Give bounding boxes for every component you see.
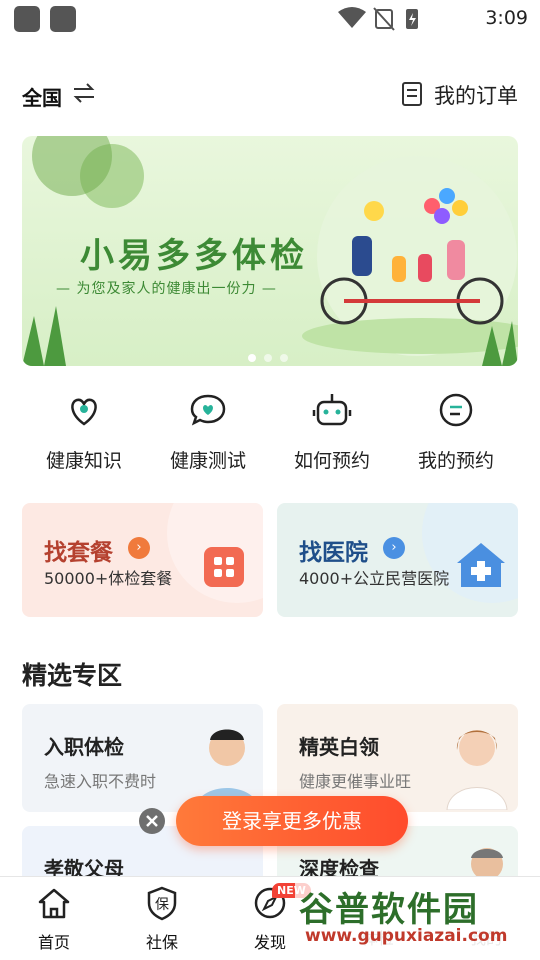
tab-home[interactable]: 首页 bbox=[14, 885, 94, 953]
home-icon bbox=[38, 888, 70, 919]
banner-title: 小易多多体检 bbox=[80, 236, 308, 276]
find-hospital-card[interactable]: 找医院 › 4000+公立民营医院 bbox=[277, 503, 518, 617]
carousel-indicator bbox=[248, 347, 296, 366]
watermark-url: www.gupuxiazai.com bbox=[305, 926, 508, 946]
carousel-dot bbox=[264, 354, 272, 362]
selection-title: 精英白领 bbox=[299, 735, 379, 759]
quick-health-knowledge[interactable]: 健康知识 bbox=[24, 390, 144, 473]
selection-title: 入职体检 bbox=[44, 735, 124, 759]
status-icons bbox=[338, 7, 418, 31]
hospital-icon bbox=[457, 543, 505, 587]
card-desc: 4000+公立民营医院 bbox=[299, 569, 450, 588]
watermark: 谷普软件园 www.gupuxiazai.com bbox=[295, 880, 540, 960]
section-title: 精选专区 bbox=[22, 661, 123, 690]
my-orders-link[interactable]: 我的订单 bbox=[434, 80, 518, 110]
arrow-right-icon: › bbox=[128, 537, 150, 559]
card-title: 找医院 bbox=[299, 540, 368, 566]
robot-icon bbox=[312, 394, 352, 426]
quick-health-test[interactable]: 健康测试 bbox=[148, 390, 268, 473]
carousel-dot bbox=[280, 354, 288, 362]
notification-icon bbox=[14, 6, 40, 32]
card-desc: 50000+体检套餐 bbox=[44, 569, 173, 588]
tab-label: 首页 bbox=[37, 933, 70, 952]
close-icon bbox=[146, 815, 158, 827]
tab-social-security[interactable]: 保 社保 bbox=[122, 885, 202, 953]
quick-label: 健康知识 bbox=[45, 450, 122, 472]
selection-desc: 健康更催事业旺 bbox=[299, 772, 412, 791]
promo-banner[interactable]: 小易多多体检 — 为您及家人的健康出一份力 — bbox=[22, 136, 518, 366]
quick-label: 我的预约 bbox=[417, 450, 494, 472]
watermark-text: 谷普软件园 bbox=[299, 890, 479, 930]
selection-desc: 急速入职不费时 bbox=[44, 772, 157, 791]
carousel-dot bbox=[248, 354, 256, 362]
quick-how-to-book[interactable]: 如何预约 bbox=[272, 390, 392, 473]
close-promo-button[interactable] bbox=[139, 808, 165, 834]
shield-glyph: 保 bbox=[155, 897, 169, 913]
arrow-right-icon: › bbox=[383, 537, 405, 559]
shield-icon: 保 bbox=[147, 886, 177, 921]
quick-label: 健康测试 bbox=[169, 450, 246, 472]
top-bar: 全国 我的订单 bbox=[0, 76, 540, 116]
region-selector[interactable]: 全国 bbox=[22, 82, 62, 111]
order-list-icon[interactable] bbox=[402, 82, 422, 106]
clock: 3:09 bbox=[485, 7, 528, 29]
banner-subtitle: — 为您及家人的健康出一份力 — bbox=[56, 281, 277, 297]
find-package-card[interactable]: 找套餐 › 50000+体检套餐 bbox=[22, 503, 263, 617]
quick-actions: 健康知识 健康测试 如何预约 我的预约 bbox=[0, 390, 540, 473]
quick-my-appointments[interactable]: 我的预约 bbox=[396, 390, 516, 473]
status-bar: 3:09 bbox=[0, 0, 540, 38]
chat-heart-icon bbox=[190, 394, 226, 426]
smile-icon bbox=[439, 393, 473, 427]
login-promo-button[interactable]: 登录享更多优惠 bbox=[176, 796, 408, 846]
swap-icon[interactable] bbox=[72, 81, 96, 105]
heart-hands-icon bbox=[71, 398, 97, 426]
quick-label: 如何预约 bbox=[293, 450, 370, 472]
gift-icon bbox=[204, 547, 244, 587]
notification-icon bbox=[50, 6, 76, 32]
tab-label: 社保 bbox=[145, 933, 178, 952]
person-photo bbox=[446, 730, 508, 810]
card-title: 找套餐 bbox=[44, 540, 113, 566]
